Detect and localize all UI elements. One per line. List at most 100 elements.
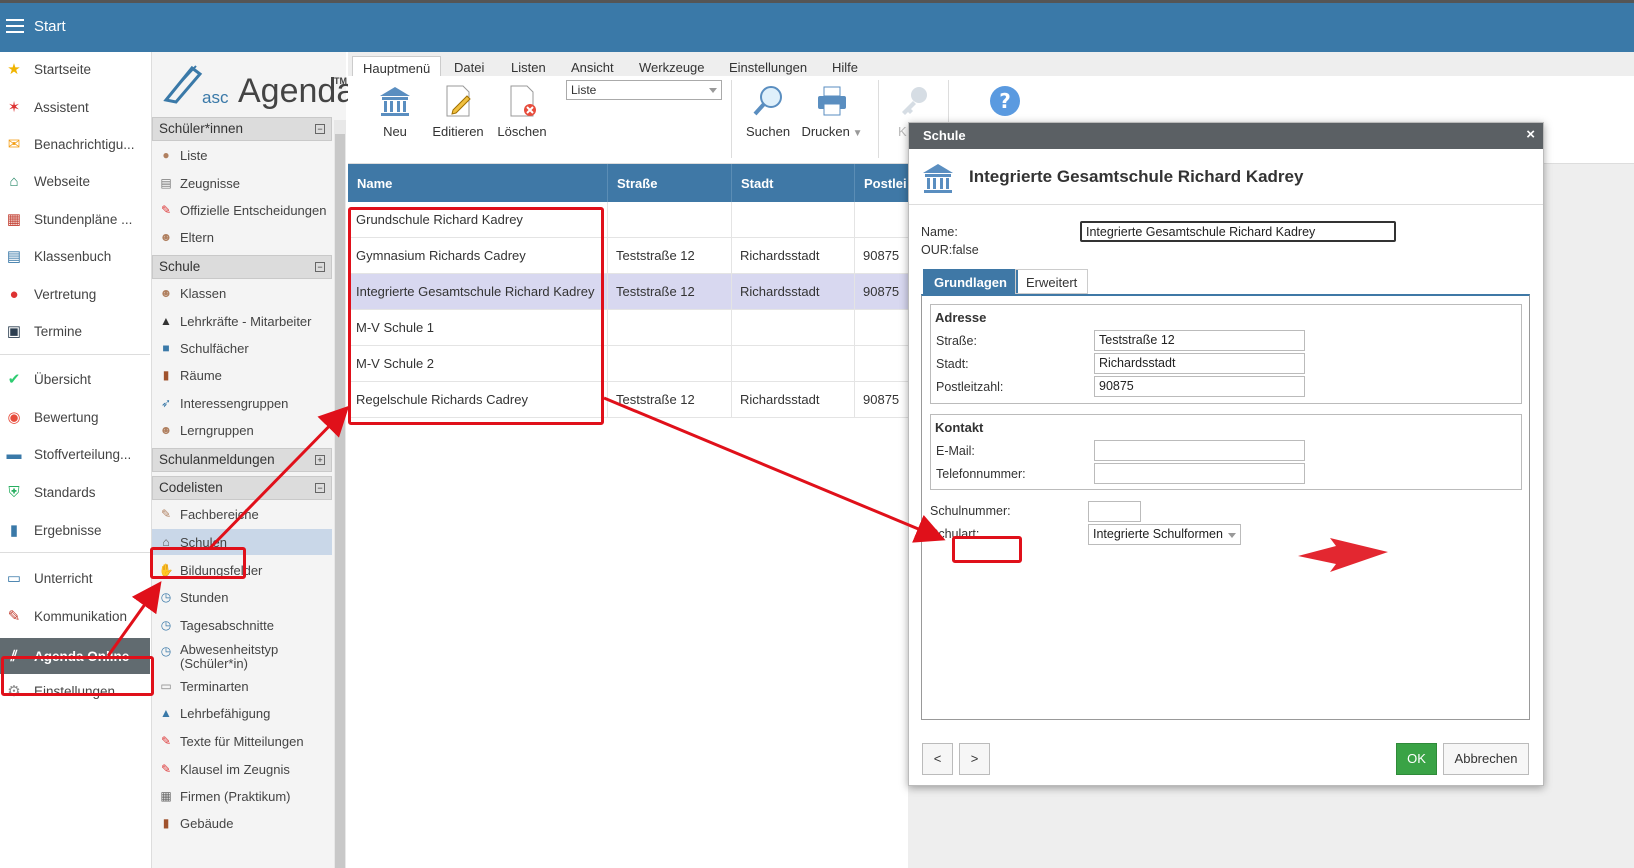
subnav-label: Stunden [180,589,229,605]
dropdown-caret-icon[interactable]: ▼ [850,128,863,139]
tab-einstellungen[interactable]: Einstellungen [719,56,817,78]
section-schule[interactable]: Schule − [152,255,332,279]
ok-button[interactable]: OK [1396,743,1437,775]
subnav-lehrbefaehigung[interactable]: ▲ Lehrbefähigung [152,700,332,726]
tab-datei[interactable]: Datei [444,56,494,78]
subnav-schulfaecher[interactable]: ■ Schulfächer [152,335,332,361]
zip-field[interactable]: 90875 [1094,376,1305,397]
logo-asc: asc [202,88,229,107]
hamburger-menu-icon[interactable] [6,19,24,33]
nav-startseite[interactable]: ★ Startseite [0,54,150,84]
nav-stoffverteilung[interactable]: ▬ Stoffverteilung... [0,439,150,469]
column-header-stadt[interactable]: Stadt [732,164,855,202]
subnav-fachbereiche[interactable]: ✎ Fachbereiche [152,501,332,527]
cancel-button[interactable]: Abbrechen [1443,743,1529,775]
email-field[interactable] [1094,440,1305,461]
nav-klassenbuch[interactable]: ▤ Klassenbuch [0,241,150,271]
view-select[interactable]: Liste [566,80,722,100]
section-schuelerinnen[interactable]: Schüler*innen − [152,117,332,141]
nav-unterricht[interactable]: ▭ Unterricht [0,563,150,593]
next-button[interactable]: > [959,743,990,775]
previous-button[interactable]: < [922,743,953,775]
clock-icon: ◷ [160,618,172,632]
help-icon: ? [990,86,1020,116]
collapse-toggle[interactable]: − [315,262,325,272]
subnav-offizielle-entscheidungen[interactable]: ✎ Offizielle Entscheidungen [152,197,332,223]
nav-benachrichtigungen[interactable]: ✉ Benachrichtigu... [0,129,150,159]
subnav-label: Lerngruppen [180,422,254,438]
tab-hilfe[interactable]: Hilfe [822,56,868,78]
nav-vertretung[interactable]: ● Vertretung [0,279,150,309]
tab-hauptmenue[interactable]: Hauptmenü [352,56,442,78]
subnav-raeume[interactable]: ▮ Räume [152,362,332,388]
print-label: Drucken [801,124,850,139]
subnav-liste[interactable]: ● Liste [152,142,332,168]
subnav-klausel-zeugnis[interactable]: ✎ Klausel im Zeugnis [152,756,332,782]
subnav-klassen[interactable]: ☻ Klassen [152,280,332,306]
phone-field[interactable] [1094,463,1305,484]
nav-ergebnisse[interactable]: ▮ Ergebnisse [0,515,150,545]
nav-standards[interactable]: ⛨ Standards [0,477,150,507]
search-button[interactable]: Suchen [736,84,800,139]
tab-werkzeuge[interactable]: Werkzeuge [629,56,715,78]
nav-termine[interactable]: ▣ Termine [0,316,150,346]
edit-button[interactable]: Editieren [426,84,490,139]
book-icon: ▤ [6,248,22,265]
close-icon[interactable]: × [1526,126,1535,143]
city-label: Stadt: [936,357,969,371]
city-field[interactable]: Richardsstadt [1094,353,1305,374]
section-codelisten[interactable]: Codelisten − [152,476,332,500]
main-sidebar: ★ Startseite ✶ Assistent ✉ Benachrichtigu..… [0,52,152,868]
key-button[interactable]: K [882,84,946,139]
new-button[interactable]: Neu [363,84,427,139]
annotation-box-schulen [150,547,246,579]
dialog-titlebar[interactable]: Schule × [909,123,1543,149]
tab-grundlagen[interactable]: Grundlagen [923,269,1018,294]
help-button[interactable]: ? [973,84,1037,124]
subnav-texte-mitteilungen[interactable]: ✎ Texte für Mitteilungen [152,728,332,754]
delete-button[interactable]: Löschen [490,84,554,139]
tab-erweitert[interactable]: Erweitert [1015,269,1089,294]
nav-webseite[interactable]: ⌂ Webseite [0,166,150,196]
tab-ansicht[interactable]: Ansicht [561,56,624,78]
subnav-eltern[interactable]: ☻ Eltern [152,224,332,250]
cell-stadt [732,202,855,238]
column-header-postleitzahl[interactable]: Postlei [855,164,915,202]
collapse-toggle[interactable]: − [315,483,325,493]
address-title: Adresse [935,310,987,325]
rating-icon: ◉ [7,409,21,426]
school-number-field[interactable] [1088,501,1141,522]
nav-label: Kommunikation [34,608,128,624]
nav-assistent[interactable]: ✶ Assistent [0,92,150,122]
subnav-stunden[interactable]: ◷ Stunden [152,584,332,610]
print-button[interactable]: Drucken ▼ [800,84,864,139]
nav-kommunikation[interactable]: ✎ Kommunikation [0,601,150,631]
clock-icon: ◷ [160,644,172,658]
tab-listen[interactable]: Listen [501,56,556,78]
section-schulanmeldungen[interactable]: Schulanmeldungen + [152,448,332,472]
sidebar-scrollbar[interactable] [334,120,346,868]
name-field[interactable]: Integrierte Gesamtschule Richard Kadrey [1080,221,1396,242]
subnav-label: Interessengruppen [180,395,289,411]
street-field[interactable]: Teststraße 12 [1094,330,1305,351]
collapse-toggle[interactable]: − [315,124,325,134]
nav-uebersicht[interactable]: ✔ Übersicht [0,364,150,394]
nav-stundenplaene[interactable]: ▦ Stundenpläne ... [0,204,150,234]
subnav-gebaeude[interactable]: ▮ Gebäude [152,810,332,836]
column-header-name[interactable]: Name [348,164,608,202]
nav-bewertung[interactable]: ◉ Bewertung [0,402,150,432]
expand-toggle[interactable]: + [315,455,325,465]
subnav-firmen-praktikum[interactable]: ▦ Firmen (Praktikum) [152,783,332,809]
subnav-zeugnisse[interactable]: ▤ Zeugnisse [152,170,332,196]
subnav-terminarten[interactable]: ▭ Terminarten [152,673,332,699]
scrollbar-thumb[interactable] [335,134,345,868]
envelope-icon: ✉ [7,136,21,153]
subnav-interessengruppen[interactable]: ➶ Interessengruppen [152,390,332,416]
school-type-select[interactable]: Integrierte Schulformen [1088,524,1241,545]
subnav-lerngruppen[interactable]: ☻ Lerngruppen [152,417,332,443]
subnav-lehrkraefte[interactable]: ▲ Lehrkräfte - Mitarbeiter [152,308,332,334]
subnav-abwesenheitstyp[interactable]: ◷ Abwesenheitstyp (Schüler*in) [152,639,332,675]
column-header-strasse[interactable]: Straße [608,164,732,202]
section-label: Schulanmeldungen [159,452,275,467]
subnav-tagesabschnitte[interactable]: ◷ Tagesabschnitte [152,612,332,638]
